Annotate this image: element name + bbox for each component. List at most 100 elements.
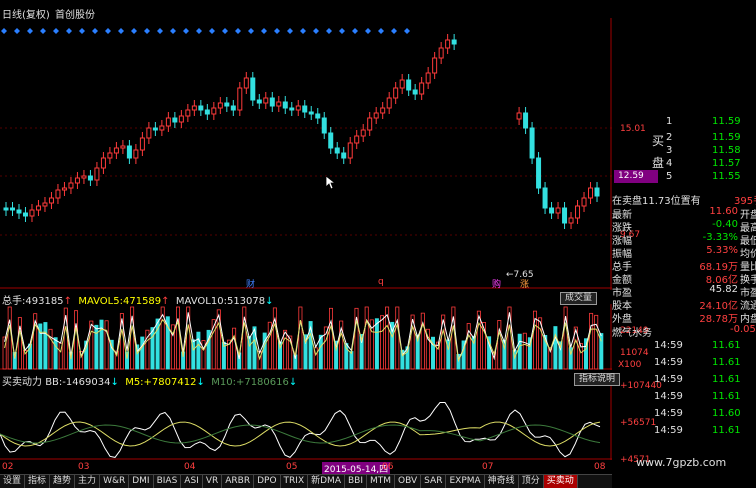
sector-row[interactable]: 燃气水务 -0.05% [612,324,756,339]
candle-body [328,132,334,149]
signal-diamond-icon [274,28,280,34]
bid-level-price: 11.55 [712,171,741,182]
candle-body [360,129,366,137]
candle-body [107,152,113,159]
quote-stat-value: 28.78万 [699,314,738,325]
signal-diamond-icon [326,28,332,34]
bid-level-row: 2 11.59 [666,132,756,145]
quote-stat-value: -0.40 [712,219,738,230]
indicator-tab[interactable]: BBI [345,475,367,488]
candle-body [282,101,288,109]
candle-body [74,177,80,184]
quote-stat-row: 金额 8.06亿 换手 [612,271,756,286]
event-mark-q[interactable]: q [378,277,384,287]
volume-chart[interactable] [0,304,612,370]
candle-body [523,112,529,129]
signal-diamond-icon [196,28,202,34]
volume-bar [74,310,79,370]
indicator-tab[interactable]: VR [203,475,223,488]
candle-body [581,197,587,207]
volume-bar [298,306,303,370]
indicator-tab[interactable]: ARBR [222,475,255,488]
indicator-tab[interactable]: SAR [421,475,447,488]
candle-body [100,157,106,169]
indicator-tab[interactable]: 指标 [25,475,51,488]
tick-row: 14:59 11.61 [654,340,756,353]
indicator-tab[interactable]: EXPMA [446,475,485,488]
candle-body [263,97,269,104]
signal-diamond-icon [248,28,254,34]
tick-price: 11.61 [712,391,741,402]
volume-bar [196,331,201,370]
low-price-value: 7.65 [513,270,534,280]
candle-body [61,187,67,191]
low-price-label: ←7.65 [506,270,534,280]
signal-diamond-icon [1,28,7,34]
indicator-tab[interactable]: DMI [129,475,154,488]
indicator-tab[interactable]: 设置 [0,475,26,488]
signal-diamond-icon [79,28,85,34]
candle-body [341,152,347,159]
indicator-tab[interactable]: OBV [395,475,422,488]
candle-body [204,109,210,115]
candle-body [295,105,301,111]
candle-body [575,205,581,219]
candle-body [55,189,61,199]
indicator-tab[interactable]: MTM [367,475,396,488]
candle-body [217,102,223,109]
candle-body [172,117,178,123]
volume-bar [594,314,599,370]
candle-body [445,39,451,49]
volume-bar [589,312,594,370]
signal-diamond-icon [404,28,410,34]
volume-bar [232,327,237,370]
bid-level-number: 2 [666,132,673,143]
candle-body [87,175,93,181]
indicator-tab[interactable]: 买卖动 [543,475,578,488]
signal-diamond-icon [27,28,33,34]
candle-body [139,137,145,151]
indicator-tab[interactable]: 新DMA [308,475,345,488]
candle-body [237,87,243,111]
indicator-tab[interactable]: 趋势 [50,475,76,488]
candle-body [133,149,139,159]
indicator-chart[interactable] [0,386,612,460]
volume-bar [522,332,527,370]
event-mark-cai[interactable]: 财 [246,277,255,290]
candle-body [16,209,22,214]
candle-body [562,207,568,224]
quote-stat-value: 45.82 [709,284,738,295]
tick-row: 14:59 11.60 [654,408,756,421]
candle-body [536,157,542,189]
tick-price: 11.61 [712,357,741,368]
indicator-tab[interactable]: DPO [254,475,281,488]
indicator-tab[interactable]: 顶分 [519,475,544,488]
indicator-tab[interactable]: 主力 [75,475,101,488]
buy-side-label: 买 盘 [652,130,664,174]
signal-diamond-icon [53,28,59,34]
volume-bar [104,320,109,370]
volume-bar [53,337,58,370]
price-chart[interactable] [0,18,612,290]
candle-body [289,107,295,111]
mouse-cursor-icon [326,176,336,190]
candle-body [22,212,28,217]
event-mark-gou[interactable]: 购 [492,277,501,290]
indicator-tab[interactable]: ASI [181,475,203,488]
indicator-tab[interactable]: BIAS [154,475,182,488]
candle-body [373,112,379,119]
quote-stat-row: 振幅 5.33% 均价 [612,245,756,260]
bid-level-price: 11.58 [712,145,741,156]
volume-bar [17,317,22,370]
tick-time: 14:59 [654,425,683,436]
candle-body [35,205,41,211]
date-label-03: 03 [78,462,90,472]
indicator-tab[interactable]: TRIX [281,475,309,488]
indicator-tab-bar: 设置 指标 趋势 主力 W&R DMI BIAS ASI VR ARBR DPO TRIX 新DMA BB… [0,474,612,488]
indicator-tab[interactable]: W&R [100,475,130,488]
bid-level-price: 11.57 [712,158,741,169]
indicator-tab[interactable]: 神奇线 [485,475,519,488]
quote-stat-value: 5.33% [706,245,738,256]
date-label-04: 04 [184,462,196,472]
quote-stat-row: 市盈 45.82 市盈 [612,284,756,299]
